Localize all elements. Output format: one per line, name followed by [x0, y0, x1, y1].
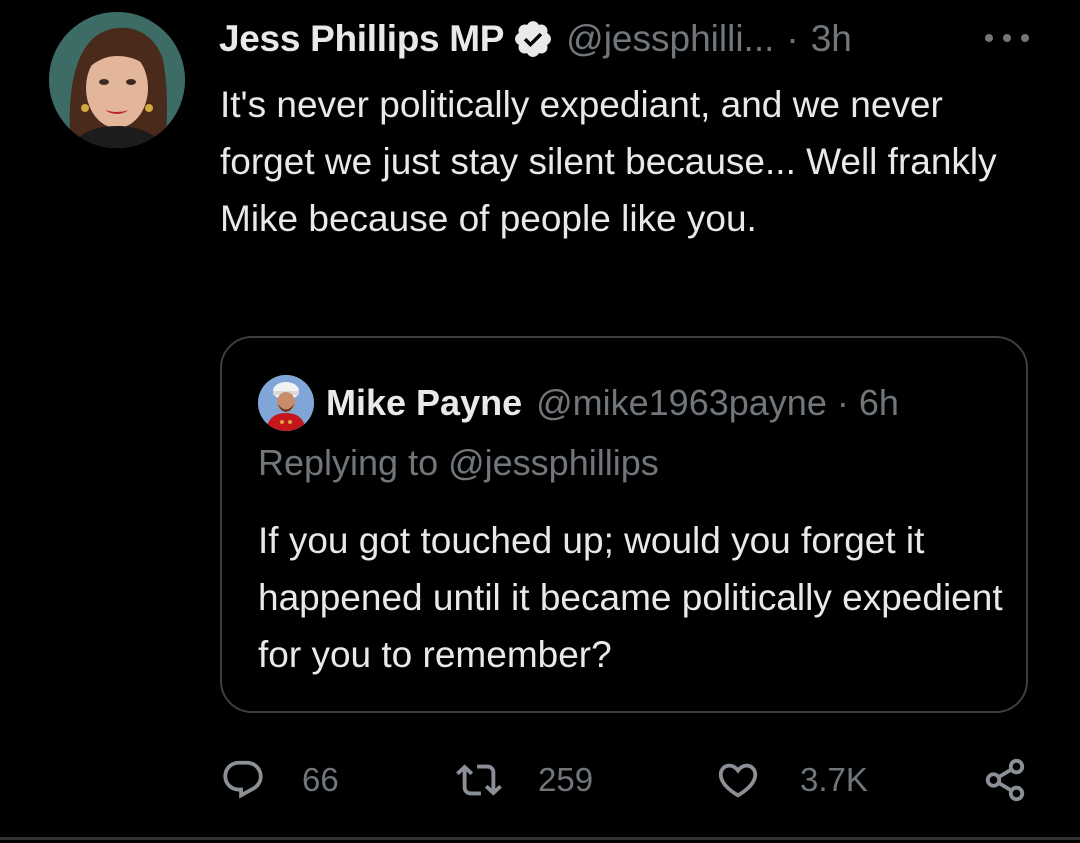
more-options-button[interactable]	[985, 23, 1029, 53]
quoted-header-separator: ·	[836, 382, 849, 423]
quoted-author-display-name[interactable]: Mike Payne	[326, 382, 522, 424]
replying-to-label: Replying to @jessphillips	[258, 442, 659, 483]
author-display-name[interactable]: Jess Phillips MP	[219, 18, 504, 60]
like-count: 3.7K	[800, 761, 868, 798]
verified-badge-icon	[512, 18, 554, 60]
retweet-icon	[456, 764, 502, 796]
divider	[0, 837, 1080, 840]
retweet-count: 259	[538, 761, 594, 798]
tweet-text: It's never politically expediant, and we…	[220, 84, 997, 239]
share-icon	[985, 758, 1025, 802]
share-button[interactable]	[982, 752, 1028, 808]
reply-count: 66	[302, 761, 339, 798]
reply-button[interactable]: 66	[220, 752, 339, 808]
author-avatar[interactable]	[49, 12, 185, 148]
more-horizontal-icon	[985, 34, 993, 42]
avatar-photo-icon	[49, 12, 185, 148]
quoted-tweet-header: Mike Payne @mike1963payne · 6h	[326, 375, 899, 431]
author-handle[interactable]: @jessphilli...	[566, 18, 774, 60]
quoted-author-handle[interactable]: @mike1963payne	[536, 382, 827, 424]
quoted-tweet-card[interactable]: Mike Payne @mike1963payne · 6h Replying …	[220, 336, 1028, 713]
tweet-header: Jess Phillips MP @jessphilli... · 3h	[219, 14, 852, 64]
tweet-action-bar: 66 259 3.7K	[218, 752, 1030, 808]
retweet-button[interactable]: 259	[454, 752, 593, 808]
avatar-photo-icon	[258, 375, 314, 431]
like-button[interactable]: 3.7K	[714, 752, 868, 808]
quoted-tweet-timestamp[interactable]: 6h	[859, 382, 899, 424]
tweet[interactable]: Jess Phillips MP @jessphilli... · 3h It'…	[0, 0, 1080, 843]
quoted-tweet-text: If you got touched up; would you forget …	[258, 520, 1003, 675]
quoted-author-avatar[interactable]	[258, 375, 314, 431]
header-separator: ·	[786, 18, 799, 59]
heart-icon	[718, 763, 758, 798]
reply-icon	[223, 760, 263, 799]
tweet-timestamp[interactable]: 3h	[811, 18, 852, 60]
